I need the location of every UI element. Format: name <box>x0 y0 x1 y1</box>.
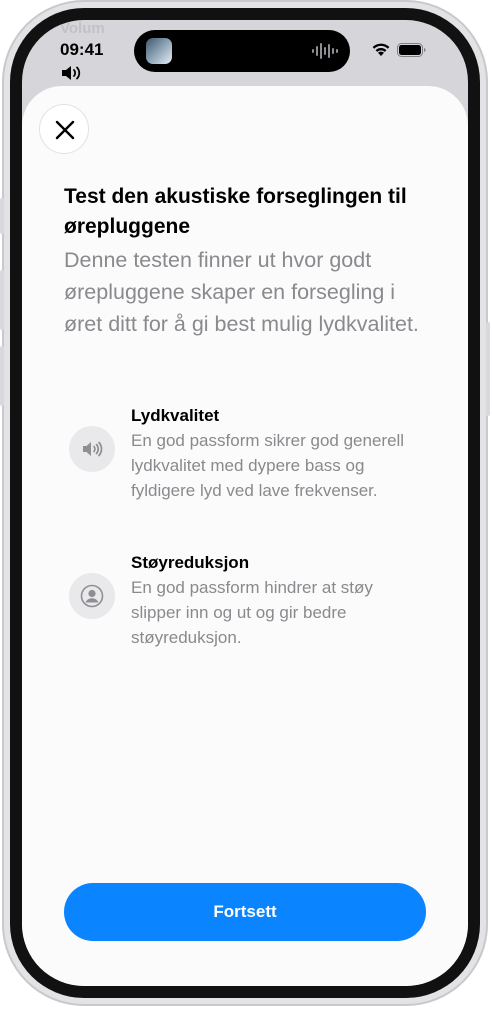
close-button[interactable] <box>39 104 89 154</box>
person-icon <box>69 573 115 619</box>
screen: Volum 09:41 Test den akustiske forseglin… <box>22 20 468 986</box>
continue-button[interactable]: Fortsett <box>64 883 426 941</box>
wifi-icon <box>372 43 390 56</box>
audio-waveform-icon <box>312 43 338 59</box>
dynamic-island[interactable] <box>134 30 350 72</box>
status-time: 09:41 <box>60 40 104 59</box>
side-button <box>486 322 490 416</box>
volume-icon <box>62 66 81 80</box>
feature-description-sound-quality: En god passform sikrer god generell lydk… <box>131 431 405 500</box>
side-button <box>0 270 4 330</box>
acoustic-seal-sheet: Test den akustiske forseglingen til ørep… <box>22 86 468 986</box>
album-art-thumbnail <box>146 38 172 64</box>
speaker-icon <box>69 426 115 472</box>
side-button <box>0 198 4 234</box>
feature-description-noise-reduction: En god passform hindrer at støy slipper … <box>131 578 373 647</box>
background-app-label: Volum <box>60 20 105 37</box>
feature-title-noise-reduction: Støyreduksjon <box>131 553 250 572</box>
sheet-title: Test den akustiske forseglingen til ørep… <box>64 185 407 238</box>
close-icon <box>55 120 75 140</box>
feature-title-sound-quality: Lydkvalitet <box>131 406 220 425</box>
sheet-description: Denne testen finner ut hvor godt øreplug… <box>64 248 419 336</box>
battery-icon <box>397 43 426 57</box>
side-button <box>0 346 4 406</box>
